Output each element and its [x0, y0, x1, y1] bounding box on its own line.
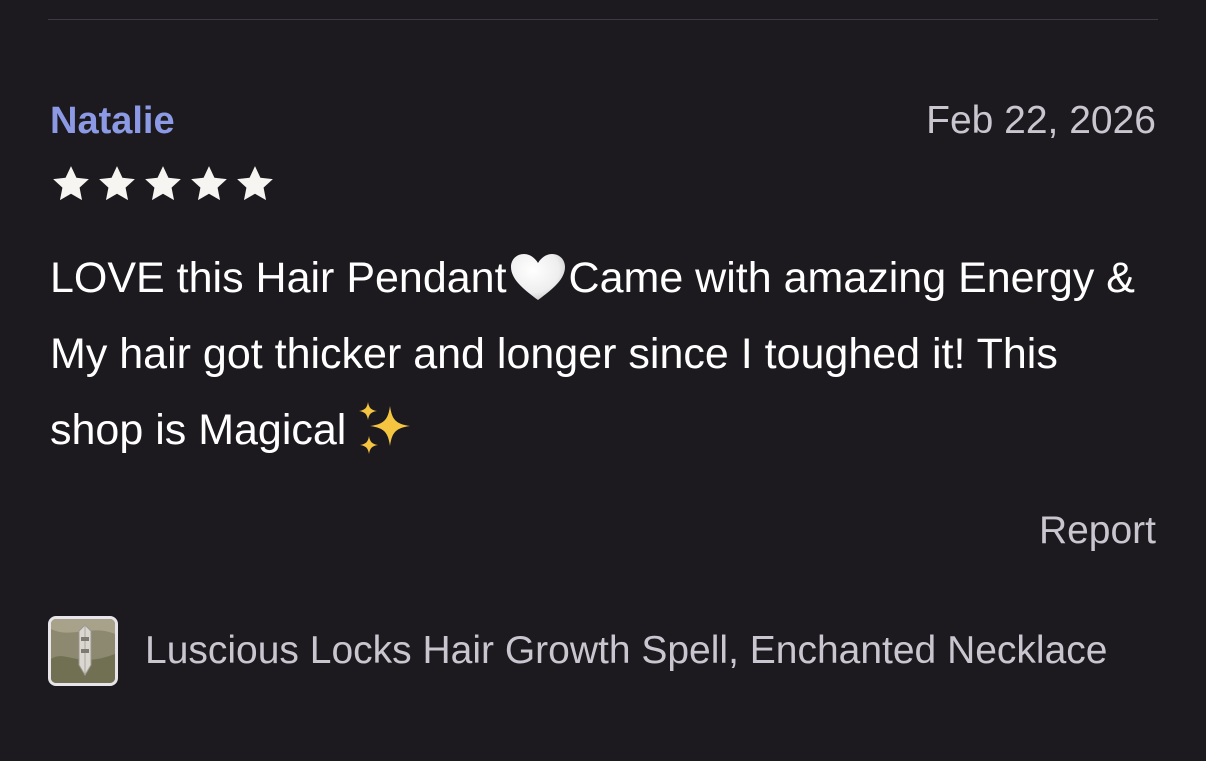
- review-text-part1: LOVE this Hair Pendant: [50, 254, 507, 302]
- review-text: LOVE this Hair Pendant Came with amazing …: [50, 240, 1150, 468]
- sparkles-icon: [359, 402, 411, 454]
- report-link[interactable]: Report: [1039, 508, 1156, 554]
- crystal-pendant-icon: [51, 619, 115, 683]
- review-date: Feb 22, 2026: [926, 99, 1156, 142]
- star-icon: [237, 166, 273, 201]
- reviewer-name[interactable]: Natalie: [50, 98, 175, 144]
- product-thumbnail[interactable]: [48, 616, 118, 686]
- star-icon: [191, 166, 227, 201]
- product-link[interactable]: Luscious Locks Hair Growth Spell, Enchan…: [48, 613, 1156, 689]
- star-icon: [53, 166, 89, 201]
- white-heart-icon: [510, 254, 565, 300]
- star-rating: [50, 163, 276, 205]
- star-icon: [145, 166, 181, 201]
- product-title[interactable]: Luscious Locks Hair Growth Spell, Enchan…: [145, 628, 1156, 674]
- top-divider: [48, 19, 1158, 20]
- star-icon: [99, 166, 135, 201]
